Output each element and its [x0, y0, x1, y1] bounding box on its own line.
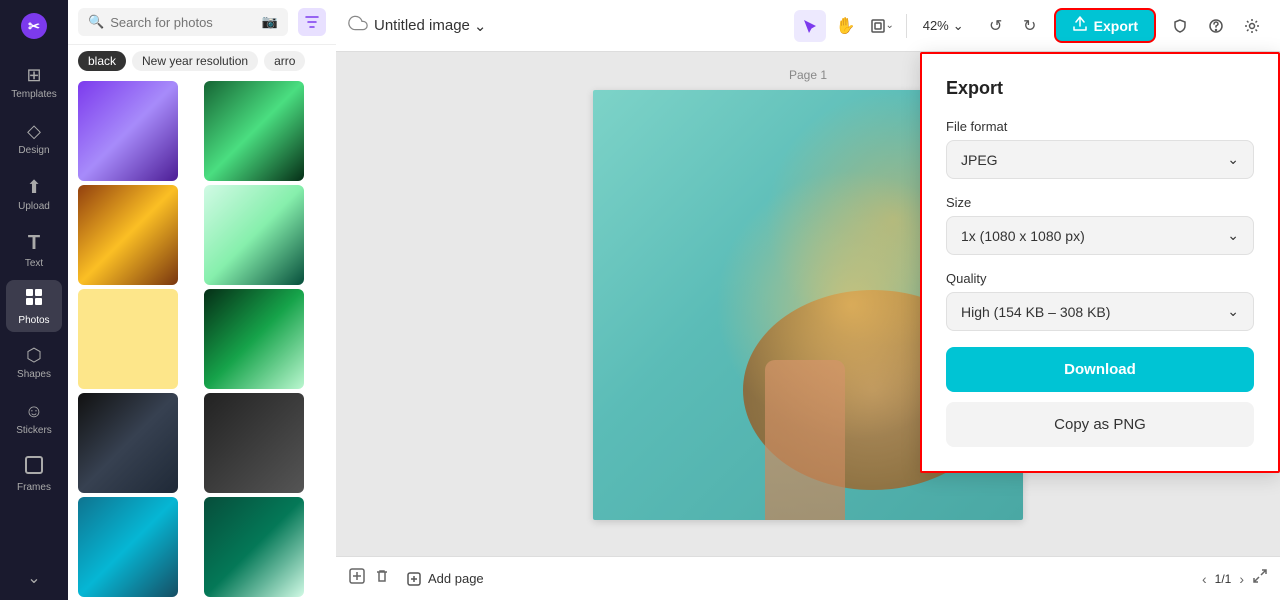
- shield-icon-button[interactable]: [1164, 10, 1196, 42]
- export-panel: Export File format JPEG ⌄ Size 1x (1080 …: [920, 52, 1280, 473]
- title-chevron-icon: ⌄: [474, 17, 487, 35]
- app-logo[interactable]: ✂: [16, 8, 52, 44]
- cloud-save-icon: [348, 13, 368, 38]
- photo-thumb-1[interactable]: [78, 81, 178, 181]
- tag-new-year[interactable]: New year resolution: [132, 51, 258, 71]
- stickers-icon: ☺: [25, 401, 43, 422]
- undo-redo-group: ↺ ↻: [980, 10, 1046, 42]
- sidebar-item-design[interactable]: ◇ Design: [6, 112, 62, 164]
- sidebar-item-shapes[interactable]: ⬡ Shapes: [6, 336, 62, 388]
- tag-row: black New year resolution arro: [68, 45, 336, 77]
- add-page-button[interactable]: Add page: [398, 567, 492, 591]
- photo-panel: 🔍 📷 black New year resolution arro: [68, 0, 336, 600]
- filter-icon[interactable]: [298, 8, 326, 36]
- toolbar-right: ↺ ↻ Export: [980, 8, 1268, 43]
- shapes-icon: ⬡: [26, 345, 42, 366]
- svg-text:✂: ✂: [28, 18, 40, 34]
- photo-thumb-6[interactable]: [204, 289, 304, 389]
- bottom-bar: Add page ‹ 1/1 ›: [336, 556, 1280, 600]
- export-panel-title: Export: [946, 78, 1254, 99]
- photo-thumb-3[interactable]: [78, 185, 178, 285]
- file-format-chevron-icon: ⌄: [1227, 151, 1239, 168]
- quality-label: Quality: [946, 271, 1254, 286]
- file-format-label: File format: [946, 119, 1254, 134]
- photo-grid: [68, 77, 336, 600]
- size-label: Size: [946, 195, 1254, 210]
- tag-arro[interactable]: arro: [264, 51, 305, 71]
- export-icon: [1072, 16, 1088, 35]
- hand-tool-button[interactable]: ✋: [830, 10, 862, 42]
- help-icon-button[interactable]: [1200, 10, 1232, 42]
- photo-thumb-2[interactable]: [204, 81, 304, 181]
- toolbar-center: ✋ ⌄ 42% ⌄: [794, 10, 972, 42]
- page-thumbnail-icon[interactable]: [348, 567, 366, 590]
- quality-select[interactable]: High (154 KB – 308 KB) ⌄: [946, 292, 1254, 331]
- page-indicator: 1/1: [1215, 572, 1232, 586]
- canvas-area: Untitled image ⌄ ✋ ⌄ 42% ⌄: [336, 0, 1280, 600]
- photo-thumb-9[interactable]: [78, 497, 178, 597]
- file-format-select[interactable]: JPEG ⌄: [946, 140, 1254, 179]
- canvas-hand: [765, 360, 845, 520]
- upload-icon: ⬆: [26, 177, 41, 198]
- frame-tool-chevron: ⌄: [886, 20, 894, 31]
- photo-thumb-7[interactable]: [78, 393, 178, 493]
- frames-icon: [25, 456, 43, 479]
- sidebar-item-upload[interactable]: ⬆ Upload: [6, 168, 62, 220]
- sidebar-expand-button[interactable]: ⌄: [6, 564, 62, 592]
- search-input[interactable]: [110, 15, 256, 30]
- select-tool-button[interactable]: [794, 10, 826, 42]
- chevron-down-icon: ⌄: [27, 568, 40, 588]
- size-chevron-icon: ⌄: [1227, 227, 1239, 244]
- expand-canvas-button[interactable]: [1252, 568, 1268, 589]
- search-bar[interactable]: 🔍 📷: [78, 8, 288, 36]
- next-page-button[interactable]: ›: [1239, 571, 1244, 587]
- sidebar-item-photos[interactable]: Photos: [6, 280, 62, 332]
- sidebar-item-frames[interactable]: Frames: [6, 448, 62, 500]
- photo-thumb-10[interactable]: [204, 497, 304, 597]
- photo-search-area: 🔍 📷: [68, 0, 336, 45]
- export-button[interactable]: Export: [1054, 8, 1156, 43]
- design-icon: ◇: [27, 121, 41, 142]
- download-button[interactable]: Download: [946, 347, 1254, 392]
- zoom-chevron-icon: ⌄: [953, 18, 964, 34]
- toolbar-divider: [906, 14, 907, 38]
- sidebar: ✂ ⊞ Templates ◇ Design ⬆ Upload T Text P…: [0, 0, 68, 600]
- zoom-control[interactable]: 42% ⌄: [915, 14, 972, 38]
- redo-button[interactable]: ↻: [1014, 10, 1046, 42]
- templates-icon: ⊞: [26, 65, 41, 86]
- copy-as-png-button[interactable]: Copy as PNG: [946, 402, 1254, 447]
- settings-icon-button[interactable]: [1236, 10, 1268, 42]
- undo-button[interactable]: ↺: [980, 10, 1012, 42]
- trash-icon[interactable]: [374, 568, 390, 589]
- file-format-field: File format JPEG ⌄: [946, 119, 1254, 179]
- bottom-center: ‹ 1/1 ›: [1202, 571, 1244, 587]
- photo-thumb-4[interactable]: [204, 185, 304, 285]
- sidebar-item-text[interactable]: T Text: [6, 224, 62, 276]
- text-icon: T: [28, 232, 40, 255]
- quality-field: Quality High (154 KB – 308 KB) ⌄: [946, 271, 1254, 331]
- tag-black[interactable]: black: [78, 51, 126, 71]
- frame-tool-button[interactable]: ⌄: [866, 10, 898, 42]
- icon-buttons-group: [1164, 10, 1268, 42]
- size-field: Size 1x (1080 x 1080 px) ⌄: [946, 195, 1254, 255]
- search-icon: 🔍: [88, 14, 104, 30]
- quality-chevron-icon: ⌄: [1227, 303, 1239, 320]
- photo-thumb-8[interactable]: [204, 393, 304, 493]
- toolbar-left: Untitled image ⌄: [348, 13, 786, 38]
- sidebar-item-templates[interactable]: ⊞ Templates: [6, 56, 62, 108]
- bottom-right: [1252, 568, 1268, 589]
- document-title[interactable]: Untitled image ⌄: [374, 17, 486, 35]
- photos-icon: [24, 287, 44, 312]
- bottom-left: Add page: [348, 567, 1194, 591]
- camera-search-icon[interactable]: 📷: [262, 14, 278, 30]
- sidebar-item-stickers[interactable]: ☺ Stickers: [6, 392, 62, 444]
- page-label: Page 1: [789, 68, 827, 82]
- photo-thumb-5[interactable]: [78, 289, 178, 389]
- size-select[interactable]: 1x (1080 x 1080 px) ⌄: [946, 216, 1254, 255]
- prev-page-button[interactable]: ‹: [1202, 571, 1207, 587]
- top-toolbar: Untitled image ⌄ ✋ ⌄ 42% ⌄: [336, 0, 1280, 52]
